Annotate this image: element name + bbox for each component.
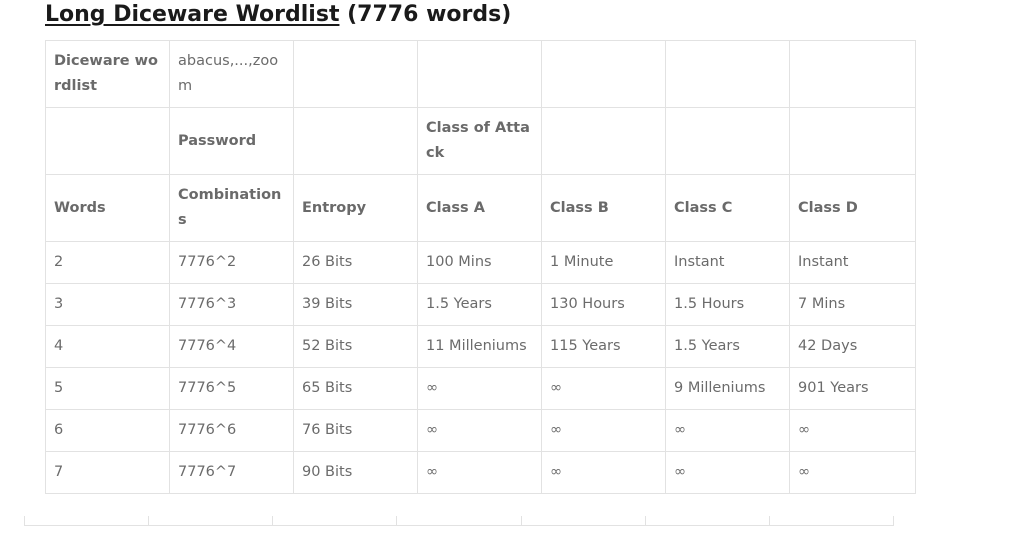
wordlist-row: Diceware wordlist abacus,...,zoom — [45, 40, 916, 108]
table-cell: ∞ — [789, 409, 916, 452]
table-cell — [148, 516, 273, 526]
table-cell: 5 — [45, 367, 170, 410]
table-cell — [396, 516, 521, 526]
table-cell: ∞ — [417, 367, 542, 410]
title-suffix: (7776 words) — [339, 2, 512, 27]
column-header: Words — [45, 174, 170, 242]
table-cell — [24, 516, 149, 526]
table-row: 2 7776^2 26 Bits 100 Mins 1 Minute Instant Ins… — [45, 241, 916, 284]
table-cell: Instant — [665, 241, 790, 284]
table-cell: 1 Minute — [541, 241, 666, 284]
table-cell: 1.5 Years — [417, 283, 542, 326]
next-table-top-border — [24, 516, 894, 526]
table-cell: 7776^7 — [169, 451, 294, 494]
column-header: Class C — [665, 174, 790, 242]
table-cell: ∞ — [665, 451, 790, 494]
table-cell — [520, 516, 645, 526]
column-header: Combinations — [169, 174, 294, 242]
column-header: Class A — [417, 174, 542, 242]
column-header: Entropy — [293, 174, 418, 242]
table-cell: 65 Bits — [293, 367, 418, 410]
table-cell — [541, 40, 666, 108]
table-cell: Instant — [789, 241, 916, 284]
table-cell: 7776^4 — [169, 325, 294, 368]
table-cell: 39 Bits — [293, 283, 418, 326]
table-cell: Diceware wordlist — [45, 40, 170, 108]
diceware-table: Diceware wordlist abacus,...,zoom Passwo… — [45, 40, 916, 494]
table-cell: 11 Milleniums — [417, 325, 542, 368]
table-cell: ∞ — [417, 451, 542, 494]
table-row: 6 7776^6 76 Bits ∞ ∞ ∞ ∞ — [45, 409, 916, 452]
table-cell — [272, 516, 397, 526]
table-cell: 76 Bits — [293, 409, 418, 452]
column-header: Class D — [789, 174, 916, 242]
table-cell: 3 — [45, 283, 170, 326]
table-cell — [789, 40, 916, 108]
table-cell: 115 Years — [541, 325, 666, 368]
table-cell: 42 Days — [789, 325, 916, 368]
table-cell: 7776^3 — [169, 283, 294, 326]
table-cell: 9 Milleniums — [665, 367, 790, 410]
table-cell: 90 Bits — [293, 451, 418, 494]
table-cell: ∞ — [665, 409, 790, 452]
table-cell: 1.5 Hours — [665, 283, 790, 326]
table-cell — [665, 107, 790, 175]
table-cell: ∞ — [541, 367, 666, 410]
table-cell: 26 Bits — [293, 241, 418, 284]
table-cell: 7 Mins — [789, 283, 916, 326]
table-cell — [665, 40, 790, 108]
table-cell: ∞ — [417, 409, 542, 452]
table-cell: ∞ — [789, 451, 916, 494]
table-cell: 7776^6 — [169, 409, 294, 452]
table-cell — [417, 40, 542, 108]
table-cell — [644, 516, 769, 526]
table-cell: 6 — [45, 409, 170, 452]
table-cell: 1.5 Years — [665, 325, 790, 368]
column-header: Class B — [541, 174, 666, 242]
table-cell: Password — [169, 107, 294, 175]
table-cell — [293, 107, 418, 175]
table-cell — [789, 107, 916, 175]
column-header-row: Words Combinations Entropy Class A Class… — [45, 174, 916, 242]
table-cell: ∞ — [541, 409, 666, 452]
table-cell: 100 Mins — [417, 241, 542, 284]
table-row: 7 7776^7 90 Bits ∞ ∞ ∞ ∞ — [45, 451, 916, 494]
page-title: Long Diceware Wordlist (7776 words) — [45, 2, 511, 34]
table-row: 3 7776^3 39 Bits 1.5 Years 130 Hours 1.5 Hour… — [45, 283, 916, 326]
table-cell: ∞ — [541, 451, 666, 494]
table-cell: 130 Hours — [541, 283, 666, 326]
table-cell: 901 Years — [789, 367, 916, 410]
table-cell: Class of Attack — [417, 107, 542, 175]
group-header-row: Password Class of Attack — [45, 107, 916, 175]
table-cell: 7 — [45, 451, 170, 494]
table-cell: 7776^2 — [169, 241, 294, 284]
wordlist-link[interactable]: Long Diceware Wordlist — [45, 2, 339, 27]
table-cell: 7776^5 — [169, 367, 294, 410]
table-row: 5 7776^5 65 Bits ∞ ∞ 9 Milleniums 901 Years — [45, 367, 916, 410]
table-row: 4 7776^4 52 Bits 11 Milleniums 115 Years 1.5 … — [45, 325, 916, 368]
table-cell: 52 Bits — [293, 325, 418, 368]
table-cell — [293, 40, 418, 108]
table-cell: 2 — [45, 241, 170, 284]
table-cell: abacus,...,zoom — [169, 40, 294, 108]
table-cell: 4 — [45, 325, 170, 368]
table-cell — [45, 107, 170, 175]
table-cell — [541, 107, 666, 175]
table-cell — [768, 516, 894, 526]
